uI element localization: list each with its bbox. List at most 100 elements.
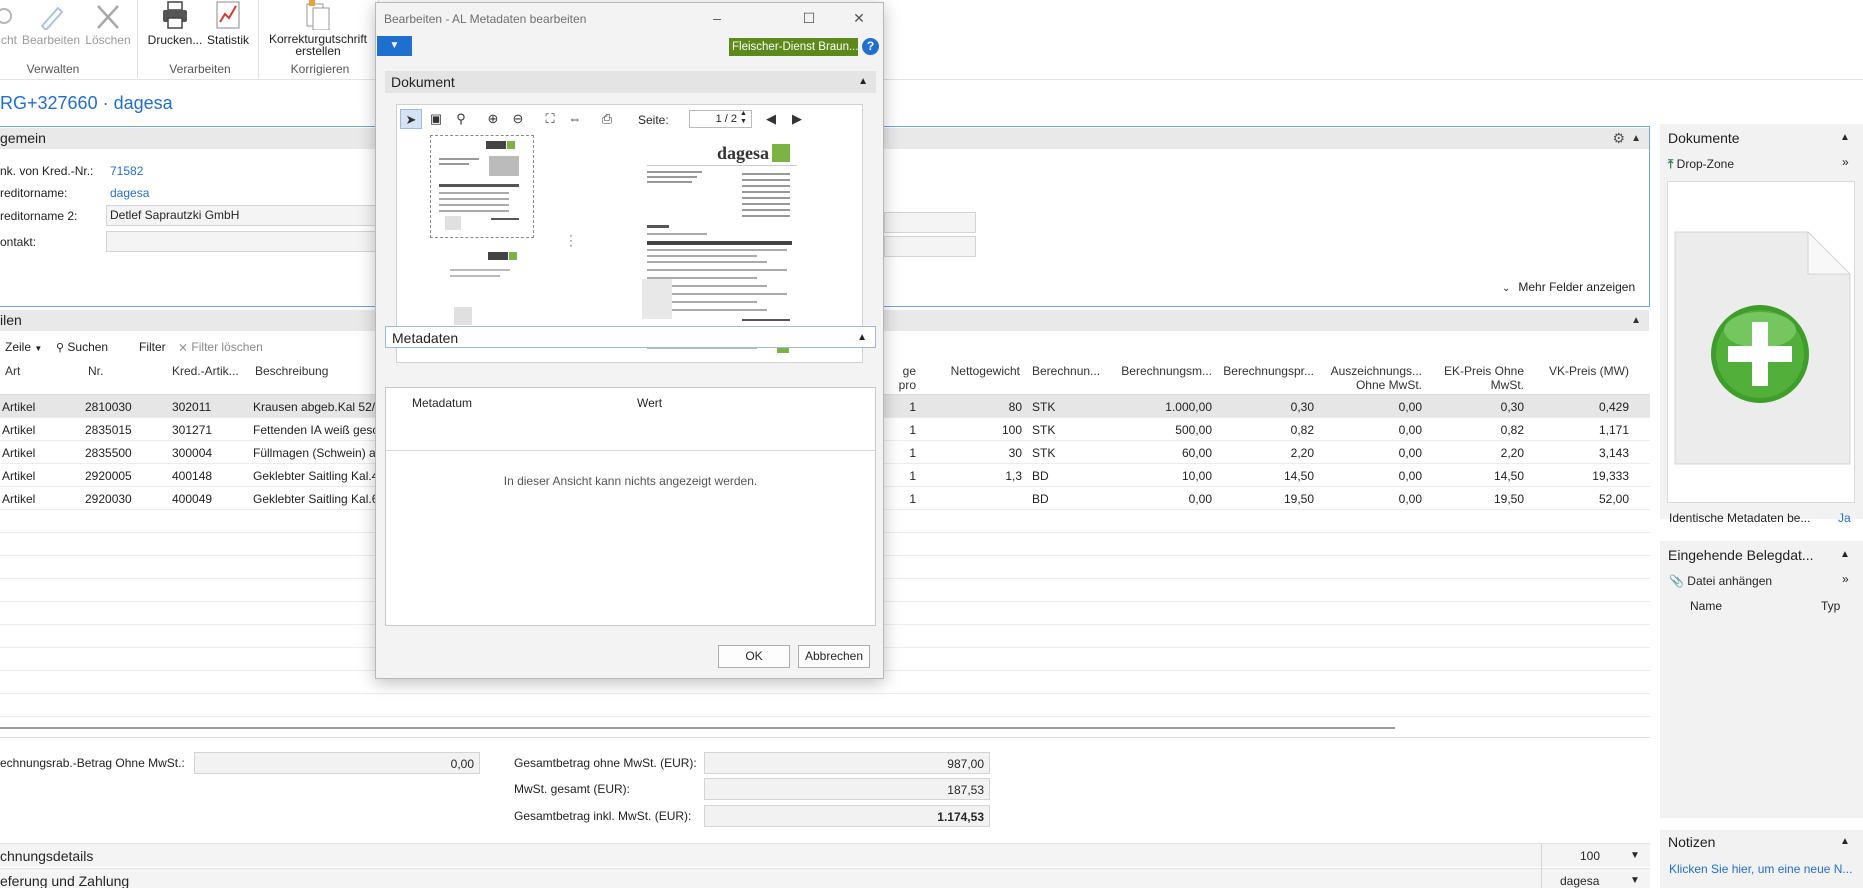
ribbon: cht Bearbeiten Löschen Verwalten Drucken… [0,0,1863,80]
col-metadatum[interactable]: Metadatum [412,396,472,410]
statistics-button[interactable]: Statistik [204,0,252,47]
previous-page-icon[interactable]: ◀ [760,109,782,129]
invoice-discount-label: echnungsrab.-Betrag Ohne MwSt.: [0,756,185,770]
col-name[interactable]: Name [1690,599,1722,613]
new-note-link[interactable]: Klicken Sie hier, um eine neue N... [1669,862,1852,876]
find-button[interactable]: ⚲ Suchen [56,340,108,354]
col-kred-artikel[interactable]: Kred.-Artik... [172,364,239,378]
col-typ[interactable]: Typ [1821,599,1840,613]
upload-icon: ⤒ [1668,157,1674,171]
col-ek-preis[interactable]: EK-Preis Ohne MwSt. [1432,364,1524,392]
next-page-icon[interactable]: ▶ [786,109,808,129]
page-title: RG+327660 · dagesa [0,93,173,113]
text-select-icon[interactable]: ▣ [425,109,447,129]
col-berechnungspreis[interactable]: Berechnungspr... [1222,364,1314,378]
more-fields-link[interactable]: ⌄ Mehr Felder anzeigen [1502,280,1635,294]
vendor-no-label: nk. von Kred.-Nr.: [0,164,94,178]
delivery-payment-header[interactable]: eferung und Zahlung dagesa ▼ [0,868,1650,888]
double-chevron-right-icon[interactable]: » [1842,155,1849,169]
col-nr[interactable]: Nr. [88,364,103,378]
cell-ek: 19,50 [1493,492,1524,506]
cell-art: Artikel [2,423,36,437]
cell-einheit: BD [1032,469,1049,483]
help-icon[interactable]: ? [862,38,879,55]
page-spinner[interactable]: ▲ ▼ [740,110,747,126]
invoice-discount-field[interactable]: 0,00 [194,752,480,774]
line-menu-button[interactable]: Zeile ▼ [5,340,42,354]
close-button[interactable]: ✕ [846,7,872,29]
print-icon[interactable]: ⎙ [596,109,618,129]
fit-page-icon[interactable]: ⛶ [539,109,561,129]
add-document-icon [1674,230,1852,465]
print-button[interactable]: Drucken... [146,0,204,47]
vendor-name2-field[interactable]: Detlef Saprautzki GmbH [106,205,376,226]
cell-vk: 0,429 [1598,400,1629,414]
chevron-up-icon[interactable]: ▲ [1840,836,1850,847]
cell-netto: 30 [1008,446,1022,460]
cell-berpr: 19,50 [1283,492,1314,506]
general-field-right-2[interactable] [884,236,976,257]
total-incl-vat-label: Gesamtbetrag inkl. MwSt. (EUR): [514,809,692,823]
chevron-up-icon[interactable]: ▲ [1631,310,1641,331]
cancel-button[interactable]: Abbrechen [798,645,870,668]
col-berechnungsmenge[interactable]: Berechnungsm... [1108,364,1212,378]
cell-ausz: 0,00 [1398,469,1422,483]
contact-label: ontakt: [0,235,37,249]
drop-zone-header[interactable]: ⤒ Drop-Zone [1668,157,1734,172]
maximize-button[interactable]: ☐ [796,7,822,29]
vendor-no-value[interactable]: 71582 [110,164,143,178]
col-vk-preis[interactable]: VK-Preis (MW) [1536,364,1629,378]
pdf-viewer: ➤ ▣ ⚲ ⊕ ⊖ ⛶ ⇔ ⎙ Seite: 1 / 2 ▲ ▼ ◀ ▶ · ·… [396,104,863,363]
zoom-in-icon[interactable]: ⊕ [482,109,504,129]
cell-ek: 0,82 [1500,423,1524,437]
chart-icon [216,1,240,29]
col-nettogewicht[interactable]: Nettogewicht [930,364,1020,378]
chevron-up-icon[interactable]: ▲ [1840,132,1850,143]
dialog-menu-button[interactable]: ▼ [377,36,412,56]
cell-berm: 60,00 [1181,446,1212,460]
select-cursor-icon[interactable]: ➤ [400,109,422,129]
filter-button[interactable]: Filter [139,340,166,354]
search-icon[interactable]: ⚲ [450,109,472,129]
cell-art: Artikel [2,492,36,506]
settings-icon[interactable]: ⚙ [1612,128,1625,149]
invoice-details-header[interactable]: chnungsdetails 100 ▼ [0,843,1650,868]
chevron-down-icon[interactable]: ▼ [1630,869,1640,888]
col-beschreibung[interactable]: Beschreibung [255,364,328,378]
page-thumbnail-1[interactable] [430,135,534,238]
search-button[interactable]: cht [0,0,18,47]
cell-nr: 2835500 [85,446,132,460]
metadata-section-header[interactable]: Metadaten ▲ [385,326,876,348]
cell-vk: 52,00 [1598,492,1629,506]
col-wert[interactable]: Wert [637,396,662,410]
group-verarbeiten: Verarbeiten [169,62,231,76]
double-chevron-right-icon[interactable]: » [1842,572,1849,586]
splitter-handle[interactable]: · · · [569,229,573,251]
attach-file-button[interactable]: 📎 Datei anhängen [1669,574,1772,588]
credit-memo-button[interactable]: Korrekturgutschrift erstellen [262,0,374,57]
drop-zone[interactable] [1667,181,1855,503]
col-art[interactable]: Art [5,364,20,378]
chevron-up-icon[interactable]: ▲ [1631,128,1641,149]
minimize-button[interactable]: – [704,7,730,29]
document-stack-icon [306,0,330,30]
general-field-right-1[interactable] [884,212,976,233]
chevron-down-icon[interactable]: ▼ [1630,844,1640,868]
clear-filter-button[interactable]: ⨯ Filter löschen [178,340,263,354]
chevron-up-icon: ▲ [857,332,867,343]
horizontal-scrollbar[interactable] [0,727,1395,729]
ok-button[interactable]: OK [718,645,790,668]
contact-field[interactable] [106,231,376,252]
invoice-thumbnail-graphic [439,141,519,230]
document-section-header[interactable]: Dokument ▲ [385,71,876,93]
col-berechnungseinheit[interactable]: Berechnun... [1032,364,1100,378]
col-auszeichnung[interactable]: Auszeichnungs... Ohne MwSt. [1322,364,1422,392]
edit-button[interactable]: Bearbeiten [22,0,80,47]
chevron-up-icon[interactable]: ▲ [1840,549,1850,560]
cell-einheit: STK [1032,400,1056,414]
zoom-out-icon[interactable]: ⊖ [507,109,529,129]
fit-width-icon[interactable]: ⇔ [564,109,586,129]
vendor-name-value[interactable]: dagesa [110,186,149,200]
delete-button[interactable]: Löschen [84,0,132,47]
identical-metadata-value[interactable]: Ja [1838,511,1851,525]
